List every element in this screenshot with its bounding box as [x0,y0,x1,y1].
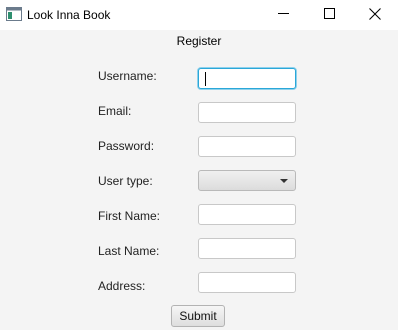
maximize-icon [323,8,335,22]
app-window-icon [6,7,22,21]
first-name-label: First Name: [98,209,161,223]
minimize-icon [277,8,289,22]
user-type-label: User type: [98,174,153,188]
submit-button[interactable]: Submit [171,305,225,327]
address-label: Address: [98,279,146,293]
last-name-label: Last Name: [98,244,160,258]
text-caret [205,72,206,86]
username-field[interactable] [198,68,296,89]
minimize-button[interactable] [260,0,306,30]
window-title: Look Inna Book [27,8,111,22]
user-type-select[interactable] [198,170,296,191]
close-icon [369,7,381,23]
first-name-field[interactable] [198,204,296,225]
email-label: Email: [98,104,132,118]
last-name-field[interactable] [198,238,296,259]
password-label: Password: [98,139,155,153]
maximize-button[interactable] [306,0,352,30]
username-label: Username: [98,69,157,83]
close-button[interactable] [352,0,398,30]
address-field[interactable] [198,272,296,293]
password-field[interactable] [198,136,296,157]
title-bar: Look Inna Book [0,0,398,30]
register-form: Register Username: Email: Password: User… [0,30,398,330]
email-field[interactable] [198,102,296,123]
form-heading: Register [176,34,222,48]
chevron-down-icon [280,179,288,183]
